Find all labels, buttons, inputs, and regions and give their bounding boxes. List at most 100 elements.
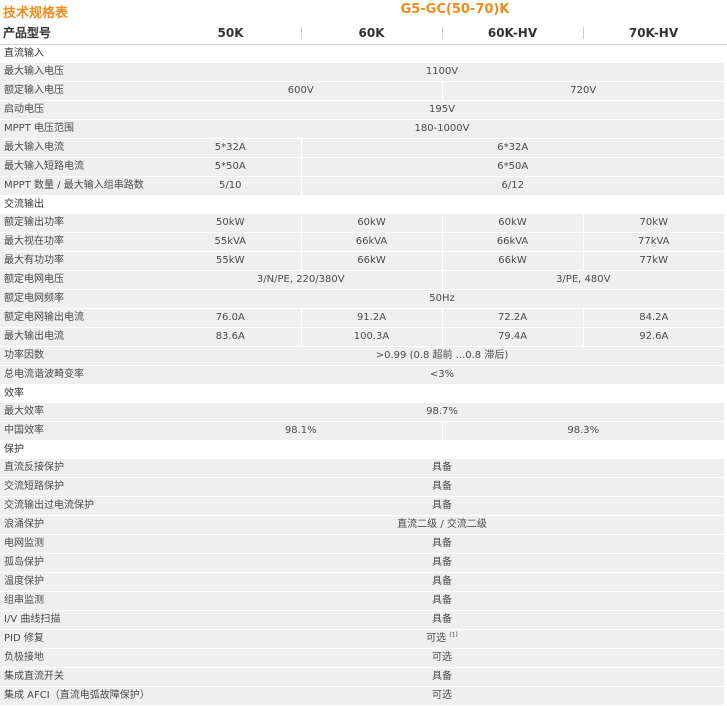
row-value: 84.2A — [582, 308, 725, 328]
row-value: <3% — [160, 365, 725, 385]
row-label: 孤岛保护 — [0, 553, 160, 573]
row-label: 最大有功功率 — [0, 251, 160, 271]
row-value: 77kVA — [582, 232, 725, 252]
table-row: 最大输入电压 1100V — [0, 63, 725, 82]
row-value: 66kW — [300, 251, 442, 271]
row-value: 92.6A — [582, 327, 725, 347]
spec-table: 直流输入 最大输入电压 1100V 额定输入电压 600V 720V 启动电压 195V… — [0, 45, 725, 706]
table-row: 总电流谐波畸变率 <3% — [0, 365, 725, 385]
row-value: 具备 — [160, 667, 725, 687]
row-value: 55kVA — [160, 232, 301, 252]
row-value: 76.0A — [160, 308, 301, 328]
table-row: 交流输出过电流保护 具备 — [0, 496, 725, 516]
table-row: 孤岛保护 具备 — [0, 553, 725, 573]
table-row: 组串监测 具备 — [0, 591, 725, 611]
table-row: 最大输出电流 83.6A 100.3A 79.4A 92.6A — [0, 327, 725, 347]
row-value: 66kVA — [441, 232, 583, 252]
table-row: 额定输入电压 600V 720V — [0, 81, 725, 101]
footnote-marker: (1) — [449, 631, 458, 639]
row-value: 91.2A — [300, 308, 442, 328]
row-label: 温度保护 — [0, 572, 160, 592]
document-title: 技术规格表 — [3, 6, 69, 21]
row-value: 具备 — [160, 610, 725, 630]
row-value: 55kW — [160, 251, 301, 271]
row-value: >0.99 (0.8 超前 ...0.8 滞后) — [160, 346, 725, 366]
row-label: 最大输入短路电流 — [0, 157, 160, 177]
row-value: 具备 — [160, 459, 725, 478]
model-60k-hv: 60K-HV — [487, 26, 538, 40]
section-row: 交流输出 — [0, 195, 725, 214]
row-value: 6/12 — [300, 176, 725, 196]
model-60k: 60K — [358, 26, 385, 40]
table-row: 浪涌保护 直流二级 / 交流二级 — [0, 515, 725, 535]
row-value: 6*32A — [300, 138, 725, 158]
row-label: 额定电网频率 — [0, 289, 160, 309]
row-label: MPPT 电压范围 — [0, 119, 160, 139]
section-row: 效率 — [0, 384, 725, 403]
table-row: 额定电网电压 3/N/PE, 220/380V 3/PE, 480V — [0, 270, 725, 290]
table-row: MPPT 电压范围 180-1000V — [0, 119, 725, 139]
row-value: 1100V — [160, 63, 725, 82]
row-label: 功率因数 — [0, 346, 160, 366]
row-value: 可选 — [160, 648, 725, 668]
row-value: 98.1% — [160, 421, 442, 441]
row-label: 最大视在功率 — [0, 232, 160, 252]
row-value: 具备 — [160, 572, 725, 592]
table-row: 集成直流开关 具备 — [0, 667, 725, 687]
row-label: 交流短路保护 — [0, 477, 160, 497]
table-row: 最大输入短路电流 5*50A 6*50A — [0, 157, 725, 177]
table-row: 功率因数 >0.99 (0.8 超前 ...0.8 滞后) — [0, 346, 725, 366]
section-dc-input: 直流输入 — [0, 45, 725, 63]
row-label: 浪涌保护 — [0, 515, 160, 535]
table-row: 额定电网频率 50Hz — [0, 289, 725, 309]
title-bar: 技术规格表 G5-GC(50-70)K — [0, 0, 727, 22]
row-label: 启动电压 — [0, 100, 160, 120]
model-series-title: G5-GC(50-70)K — [400, 2, 510, 17]
row-value: 具备 — [160, 496, 725, 516]
row-label: 负极接地 — [0, 648, 160, 668]
table-row: 启动电压 195V — [0, 100, 725, 120]
pid-value: 可选 — [426, 633, 447, 644]
row-label: I/V 曲线扫描 — [0, 610, 160, 630]
row-value: 195V — [160, 100, 725, 120]
row-value: 100.3A — [300, 327, 442, 347]
row-label: 总电流谐波畸变率 — [0, 365, 160, 385]
table-row: 电网监测 具备 — [0, 534, 725, 554]
row-value: 98.3% — [441, 421, 725, 441]
row-label: 额定电网电压 — [0, 270, 160, 290]
row-value: 直流二级 / 交流二级 — [160, 515, 725, 535]
row-label: 最大输入电压 — [0, 63, 160, 82]
table-row: 中国效率 98.1% 98.3% — [0, 421, 725, 441]
row-value: 50kW — [160, 214, 301, 233]
row-value: 3/PE, 480V — [441, 270, 725, 290]
row-value: 60kW — [441, 214, 583, 233]
row-value: 60kW — [300, 214, 442, 233]
row-label: 额定输出功率 — [0, 214, 160, 233]
spec-sheet: 技术规格表 G5-GC(50-70)K 产品型号 50K 60K 60K-HV … — [0, 0, 727, 706]
row-value: 5/10 — [160, 176, 301, 196]
row-value: 可选 (1) — [160, 629, 725, 649]
row-value: 70kW — [582, 214, 725, 233]
section-ac-output: 交流输出 — [0, 195, 725, 214]
table-row: 温度保护 具备 — [0, 572, 725, 592]
model-header-row: 产品型号 50K 60K 60K-HV 70K-HV — [0, 22, 727, 45]
table-row: 交流短路保护 具备 — [0, 477, 725, 497]
row-value: 6*50A — [300, 157, 725, 177]
row-label: 最大输入电流 — [0, 138, 160, 158]
table-row: 最大视在功率 55kVA 66kVA 66kVA 77kVA — [0, 232, 725, 252]
row-value: 具备 — [160, 534, 725, 554]
row-label: PID 修复 — [0, 629, 160, 649]
row-label: 交流输出过电流保护 — [0, 496, 160, 516]
model-50k: 50K — [217, 26, 244, 40]
row-value: 72.2A — [441, 308, 583, 328]
row-label: 电网监测 — [0, 534, 160, 554]
row-value: 具备 — [160, 477, 725, 497]
row-value: 具备 — [160, 591, 725, 611]
row-value: 5*50A — [160, 157, 301, 177]
row-label: 中国效率 — [0, 421, 160, 441]
row-label: MPPT 数量 / 最大输入组串路数 — [0, 176, 160, 196]
section-efficiency: 效率 — [0, 384, 725, 403]
row-label: 组串监测 — [0, 591, 160, 611]
section-row: 直流输入 — [0, 45, 725, 63]
row-value: 180-1000V — [160, 119, 725, 139]
